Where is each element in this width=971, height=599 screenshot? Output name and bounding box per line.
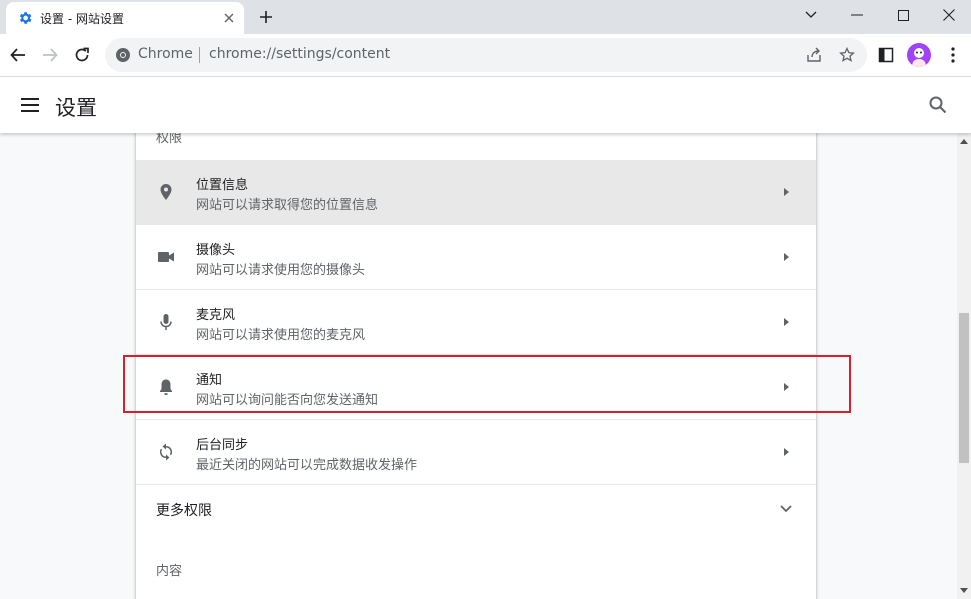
tab-close-icon[interactable]	[220, 9, 238, 27]
reload-button[interactable]	[69, 42, 95, 68]
permission-row-camera[interactable]: 摄像头 网站可以请求使用您的摄像头	[136, 225, 816, 290]
more-permissions-label: 更多权限	[156, 503, 212, 519]
permissions-section-label: 权限	[156, 133, 183, 146]
minimize-button[interactable]	[834, 0, 880, 30]
microphone-icon	[160, 314, 172, 330]
search-icon[interactable]	[929, 96, 947, 114]
scroll-down-arrow-icon[interactable]	[960, 588, 968, 594]
sync-icon	[159, 443, 173, 461]
bookmark-star-icon[interactable]	[838, 46, 856, 64]
row-subtitle: 网站可以请求使用您的摄像头	[196, 263, 366, 278]
notifications-highlight-box	[123, 355, 851, 413]
scroll-up-arrow-icon[interactable]	[960, 138, 968, 144]
tab-settings[interactable]: 设置 - 网站设置	[6, 2, 244, 34]
row-subtitle: 网站可以请求使用您的麦克风	[196, 328, 366, 343]
row-title: 后台同步	[196, 438, 249, 453]
row-title: 摄像头	[196, 243, 236, 258]
row-subtitle: 最近关闭的网站可以完成数据收发操作	[196, 458, 418, 473]
gear-icon	[19, 12, 32, 24]
permission-row-location[interactable]: 位置信息 网站可以请求取得您的位置信息	[136, 160, 816, 225]
camera-icon	[158, 252, 174, 262]
hamburger-menu-icon[interactable]	[21, 96, 39, 114]
location-pin-icon	[160, 184, 172, 200]
more-permissions-toggle[interactable]: 更多权限	[136, 484, 816, 534]
new-tab-button[interactable]	[255, 6, 277, 28]
site-label: Chrome	[138, 46, 193, 62]
avatar[interactable]	[907, 43, 931, 67]
arrow-right-icon	[784, 448, 789, 456]
arrow-right-icon	[784, 188, 789, 196]
row-title: 位置信息	[196, 178, 249, 193]
tab-search-icon[interactable]	[788, 0, 834, 30]
omnibox-divider	[199, 47, 200, 63]
browser-toolbar: Chrome chrome://settings/content	[0, 34, 971, 77]
arrow-right-icon	[784, 318, 789, 326]
row-subtitle: 网站可以请求取得您的位置信息	[196, 198, 379, 213]
url-text[interactable]: chrome://settings/content	[209, 46, 390, 62]
scrollbar-thumb[interactable]	[959, 313, 969, 463]
forward-button[interactable]	[37, 42, 63, 68]
maximize-button[interactable]	[880, 0, 926, 30]
scrollbar[interactable]	[957, 133, 971, 599]
chevron-down-icon	[780, 505, 792, 513]
more-menu-icon[interactable]	[940, 42, 966, 68]
tab-title: 设置 - 网站设置	[40, 12, 124, 26]
settings-header: 设置	[0, 78, 971, 133]
side-panel-icon[interactable]	[873, 42, 899, 68]
back-button[interactable]	[5, 42, 31, 68]
arrow-right-icon	[784, 253, 789, 261]
close-window-button[interactable]	[926, 0, 971, 30]
address-bar[interactable]: Chrome chrome://settings/content	[105, 38, 867, 72]
content-section-label: 内容	[156, 564, 183, 579]
permission-row-background-sync[interactable]: 后台同步 最近关闭的网站可以完成数据收发操作	[136, 420, 816, 485]
tab-strip: 设置 - 网站设置	[0, 0, 971, 34]
row-title: 麦克风	[196, 308, 236, 323]
share-icon[interactable]	[805, 46, 823, 64]
page-title: 设置	[55, 96, 97, 120]
chrome-icon	[116, 48, 130, 62]
permission-row-microphone[interactable]: 麦克风 网站可以请求使用您的麦克风	[136, 290, 816, 355]
